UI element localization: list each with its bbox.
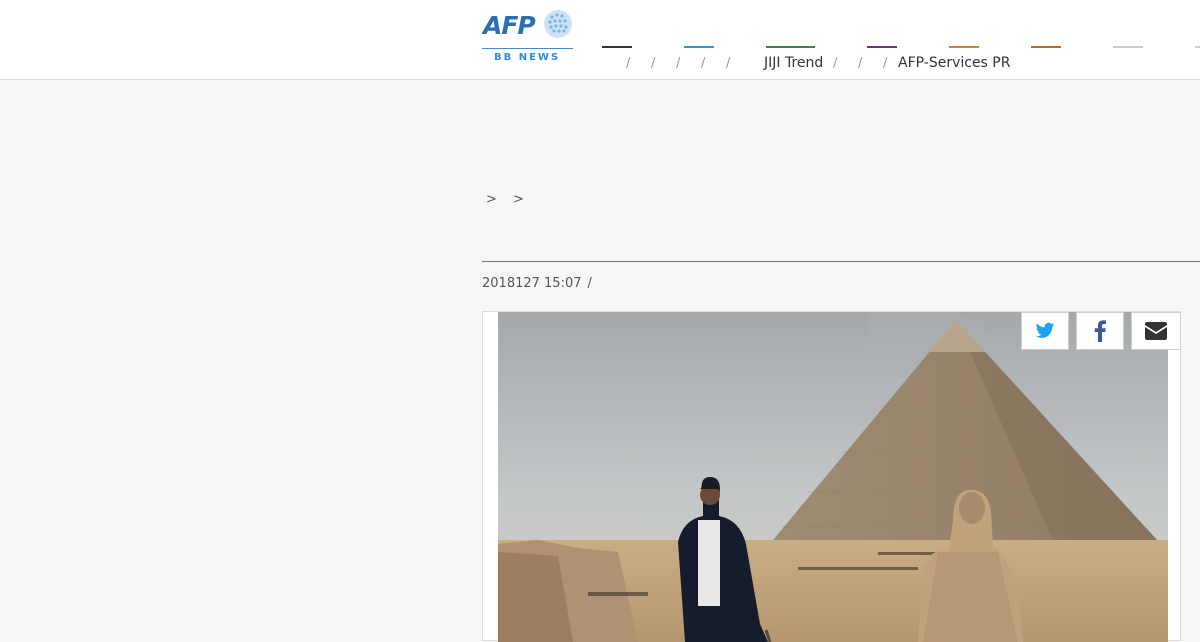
nav-link-afp-services-pr[interactable]: AFP-Services PR xyxy=(898,55,1010,71)
breadcrumb[interactable]: > > xyxy=(486,192,530,207)
nav-color-bar[interactable] xyxy=(684,46,714,48)
nav-separator: / xyxy=(726,56,731,71)
dateline-separator: / xyxy=(587,276,592,291)
nav-color-bar[interactable] xyxy=(1113,46,1143,48)
nav-separator: / xyxy=(626,56,631,71)
facebook-icon xyxy=(1094,320,1106,342)
nav-separator: / xyxy=(676,56,681,71)
share-mail-button[interactable] xyxy=(1131,312,1181,350)
nav-color-bar[interactable] xyxy=(867,46,897,48)
nav-color-bar[interactable] xyxy=(1031,46,1061,48)
twitter-icon xyxy=(1035,322,1055,338)
nav-link-jiji-trend[interactable]: JIJI Trend xyxy=(764,55,823,71)
nav-color-bar[interactable] xyxy=(1195,46,1200,48)
nav-separator: / xyxy=(883,56,888,71)
nav-separator: / xyxy=(858,56,863,71)
nav-color-bar[interactable] xyxy=(766,46,815,48)
nav-separator: / xyxy=(651,56,656,71)
nav-color-bar[interactable] xyxy=(602,46,632,48)
photo-card xyxy=(482,311,1181,642)
share-twitter-button[interactable] xyxy=(1021,312,1069,350)
publish-date: 2018127 15:07 xyxy=(482,276,582,291)
article-dateline: 2018127 15:07 / xyxy=(482,276,592,291)
nav-separator: / xyxy=(701,56,706,71)
nav-color-bar[interactable] xyxy=(949,46,979,48)
main-nav: / / / / / JIJI Trend / / / AFP-Services … xyxy=(0,0,1200,79)
article-photo[interactable] xyxy=(498,312,1168,642)
title-divider xyxy=(482,261,1200,262)
site-header: AFP BB NEWS / / / / / JIJI Trend / / / A… xyxy=(0,0,1200,80)
mail-icon xyxy=(1145,322,1167,340)
nav-separator: / xyxy=(833,56,838,71)
share-facebook-button[interactable] xyxy=(1076,312,1124,350)
